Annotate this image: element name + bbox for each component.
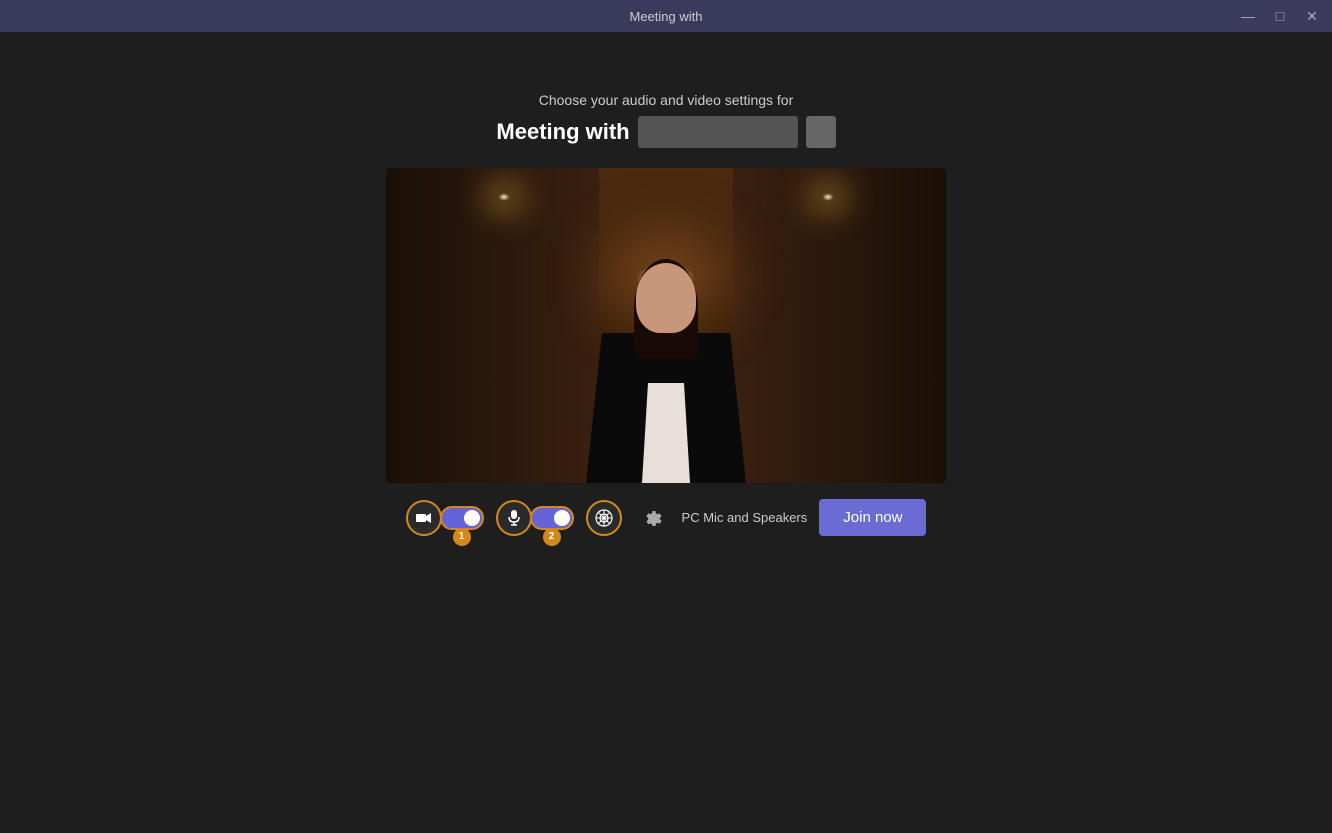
meeting-title-row: Meeting with bbox=[496, 116, 835, 148]
person-preview bbox=[576, 253, 756, 483]
shelf-right bbox=[733, 168, 946, 483]
minimize-button[interactable]: — bbox=[1236, 4, 1260, 28]
mic-control-group: 2 bbox=[496, 500, 574, 536]
audio-label: PC Mic and Speakers bbox=[682, 510, 808, 525]
meeting-title-label: Meeting with bbox=[496, 119, 629, 145]
subtitle-text: Choose your audio and video settings for bbox=[539, 92, 794, 108]
join-now-button[interactable]: Join now bbox=[819, 499, 926, 536]
mic-button[interactable] bbox=[496, 500, 532, 536]
effects-button[interactable] bbox=[586, 500, 622, 536]
camera-toggle-knob bbox=[464, 510, 480, 526]
effects-icon bbox=[595, 509, 613, 527]
camera-icon bbox=[416, 512, 432, 524]
camera-button[interactable] bbox=[406, 500, 442, 536]
camera-toggle[interactable]: 1 bbox=[440, 506, 484, 530]
mic-badge: 2 bbox=[543, 528, 561, 546]
video-preview bbox=[386, 168, 946, 483]
mic-icon bbox=[508, 510, 520, 526]
controls-bar: 1 2 bbox=[406, 499, 927, 536]
meeting-name-extra bbox=[806, 116, 836, 148]
camera-control-group: 1 bbox=[406, 500, 484, 536]
shelf-left bbox=[386, 168, 599, 483]
mic-toggle[interactable]: 2 bbox=[530, 506, 574, 530]
title-bar: Meeting with — □ ✕ bbox=[0, 0, 1332, 32]
camera-badge: 1 bbox=[453, 528, 471, 546]
main-content: Choose your audio and video settings for… bbox=[0, 32, 1332, 536]
mic-toggle-knob bbox=[554, 510, 570, 526]
meeting-name-redacted bbox=[638, 116, 798, 148]
person-head bbox=[636, 263, 696, 333]
window-controls: — □ ✕ bbox=[1236, 4, 1324, 28]
audio-settings-button[interactable] bbox=[634, 500, 670, 536]
title-bar-title: Meeting with bbox=[630, 9, 703, 24]
gear-icon bbox=[642, 508, 662, 528]
maximize-button[interactable]: □ bbox=[1268, 4, 1292, 28]
close-button[interactable]: ✕ bbox=[1300, 4, 1324, 28]
